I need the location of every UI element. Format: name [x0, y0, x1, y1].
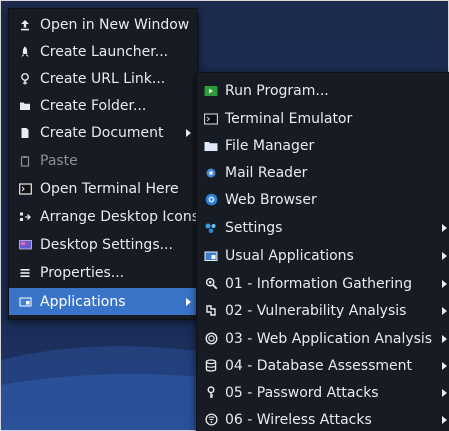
- menu-item-applications[interactable]: Applications: [9, 288, 197, 315]
- submenu-arrow-icon: [186, 128, 191, 137]
- menu-item-label: 05 - Password Attacks: [225, 384, 379, 401]
- document-icon: [18, 126, 32, 140]
- menu-item-create-launcher[interactable]: Create Launcher...: [9, 38, 197, 65]
- submenu-arrow-icon: [186, 297, 191, 306]
- submenu-arrow-icon: [442, 223, 447, 232]
- menu-item-label: 02 - Vulnerability Analysis: [225, 302, 407, 319]
- applications-icon: [18, 295, 32, 309]
- folder-icon: [18, 99, 32, 113]
- desktop-settings-icon: [18, 238, 32, 252]
- menu-item-label: Run Program...: [225, 82, 329, 99]
- menu-item-label: 01 - Information Gathering: [225, 275, 413, 292]
- menu-item-mail-reader[interactable]: Mail Reader: [197, 159, 449, 186]
- menu-item-open-terminal-here[interactable]: Open Terminal Here: [9, 175, 197, 202]
- menu-item-label: Create Folder...: [40, 97, 147, 114]
- menu-item-password-attacks[interactable]: 05 - Password Attacks: [197, 379, 449, 406]
- menu-item-label: Paste: [40, 152, 78, 169]
- menu-item-label: Properties...: [40, 264, 125, 281]
- menu-item-label: Create Launcher...: [40, 43, 169, 60]
- submenu-arrow-icon: [442, 279, 447, 288]
- web-application-analysis-icon: [204, 332, 218, 346]
- submenu-arrow-icon: [442, 415, 447, 424]
- menu-item-database-assessment[interactable]: 04 - Database Assessment: [197, 352, 449, 379]
- menu-item-arrange-desktop-icons[interactable]: Arrange Desktop Icons: [9, 203, 199, 230]
- menu-item-create-document[interactable]: Create Document: [9, 119, 197, 146]
- menu-item-label: Web Browser: [225, 191, 317, 208]
- menu-item-label: Applications: [40, 293, 126, 310]
- menu-item-paste[interactable]: Paste: [9, 147, 197, 174]
- menu-item-label: File Manager: [225, 137, 315, 154]
- link-icon: [18, 72, 32, 86]
- submenu-arrow-icon: [442, 306, 447, 315]
- menu-item-label: Open in New Window: [40, 16, 190, 33]
- menu-item-vulnerability-analysis[interactable]: 02 - Vulnerability Analysis: [197, 297, 449, 324]
- terminal-emulator-icon: [204, 112, 218, 126]
- launcher-icon: [18, 45, 32, 59]
- run-program-icon: [204, 84, 218, 98]
- menu-item-label: 06 - Wireless Attacks: [225, 411, 372, 428]
- menu-item-wireless-attacks[interactable]: 06 - Wireless Attacks: [197, 406, 449, 431]
- menu-item-label: Settings: [225, 219, 283, 236]
- mail-reader-icon: [204, 166, 218, 180]
- menu-item-label: Terminal Emulator: [225, 110, 353, 127]
- menu-item-file-manager[interactable]: File Manager: [197, 132, 449, 159]
- menu-item-label: 03 - Web Application Analysis: [225, 330, 433, 347]
- usual-applications-icon: [204, 249, 218, 263]
- menu-item-settings[interactable]: Settings: [197, 214, 449, 241]
- submenu-arrow-icon: [442, 388, 447, 397]
- menu-item-run-program[interactable]: Run Program...: [197, 77, 449, 104]
- menu-item-terminal-emulator[interactable]: Terminal Emulator: [197, 105, 449, 132]
- wireless-attacks-icon: [204, 413, 218, 427]
- menu-item-label: Create Document: [40, 124, 164, 141]
- menu-item-properties[interactable]: Properties...: [9, 259, 197, 286]
- desktop-context-menu: Open in New Window Create Launcher... Cr…: [8, 8, 199, 320]
- settings-icon: [204, 221, 218, 235]
- menu-item-label: Create URL Link...: [40, 70, 166, 87]
- properties-icon: [18, 266, 32, 280]
- menu-item-label: Usual Applications: [225, 247, 354, 264]
- database-assessment-icon: [204, 359, 218, 373]
- menu-item-create-url-link[interactable]: Create URL Link...: [9, 65, 197, 92]
- menu-item-information-gathering[interactable]: 01 - Information Gathering: [197, 270, 449, 297]
- menu-item-web-application-analysis[interactable]: 03 - Web Application Analysis: [197, 325, 449, 352]
- menu-item-label: Open Terminal Here: [40, 180, 179, 197]
- menu-item-web-browser[interactable]: Web Browser: [197, 186, 449, 213]
- vulnerability-analysis-icon: [204, 304, 218, 318]
- paste-icon: [18, 154, 32, 168]
- menu-item-create-folder[interactable]: Create Folder...: [9, 92, 197, 119]
- information-gathering-icon: [204, 277, 218, 291]
- submenu-arrow-icon: [442, 361, 447, 370]
- menu-item-usual-applications[interactable]: Usual Applications: [197, 242, 449, 269]
- submenu-arrow-icon: [442, 334, 447, 343]
- terminal-icon: [18, 182, 32, 196]
- arrange-icon: [18, 210, 32, 224]
- menu-item-label: Arrange Desktop Icons: [40, 208, 199, 225]
- file-manager-icon: [204, 139, 218, 153]
- upload-icon: [18, 18, 32, 32]
- menu-item-open-new-window[interactable]: Open in New Window: [9, 11, 197, 38]
- submenu-arrow-icon: [442, 251, 447, 260]
- menu-item-label: 04 - Database Assessment: [225, 357, 412, 374]
- web-browser-icon: [204, 193, 218, 207]
- applications-submenu: Run Program... Terminal Emulator File Ma…: [196, 72, 449, 431]
- password-attacks-icon: [204, 386, 218, 400]
- menu-item-desktop-settings[interactable]: Desktop Settings...: [9, 231, 197, 258]
- menu-item-label: Mail Reader: [225, 164, 308, 181]
- menu-item-label: Desktop Settings...: [40, 236, 173, 253]
